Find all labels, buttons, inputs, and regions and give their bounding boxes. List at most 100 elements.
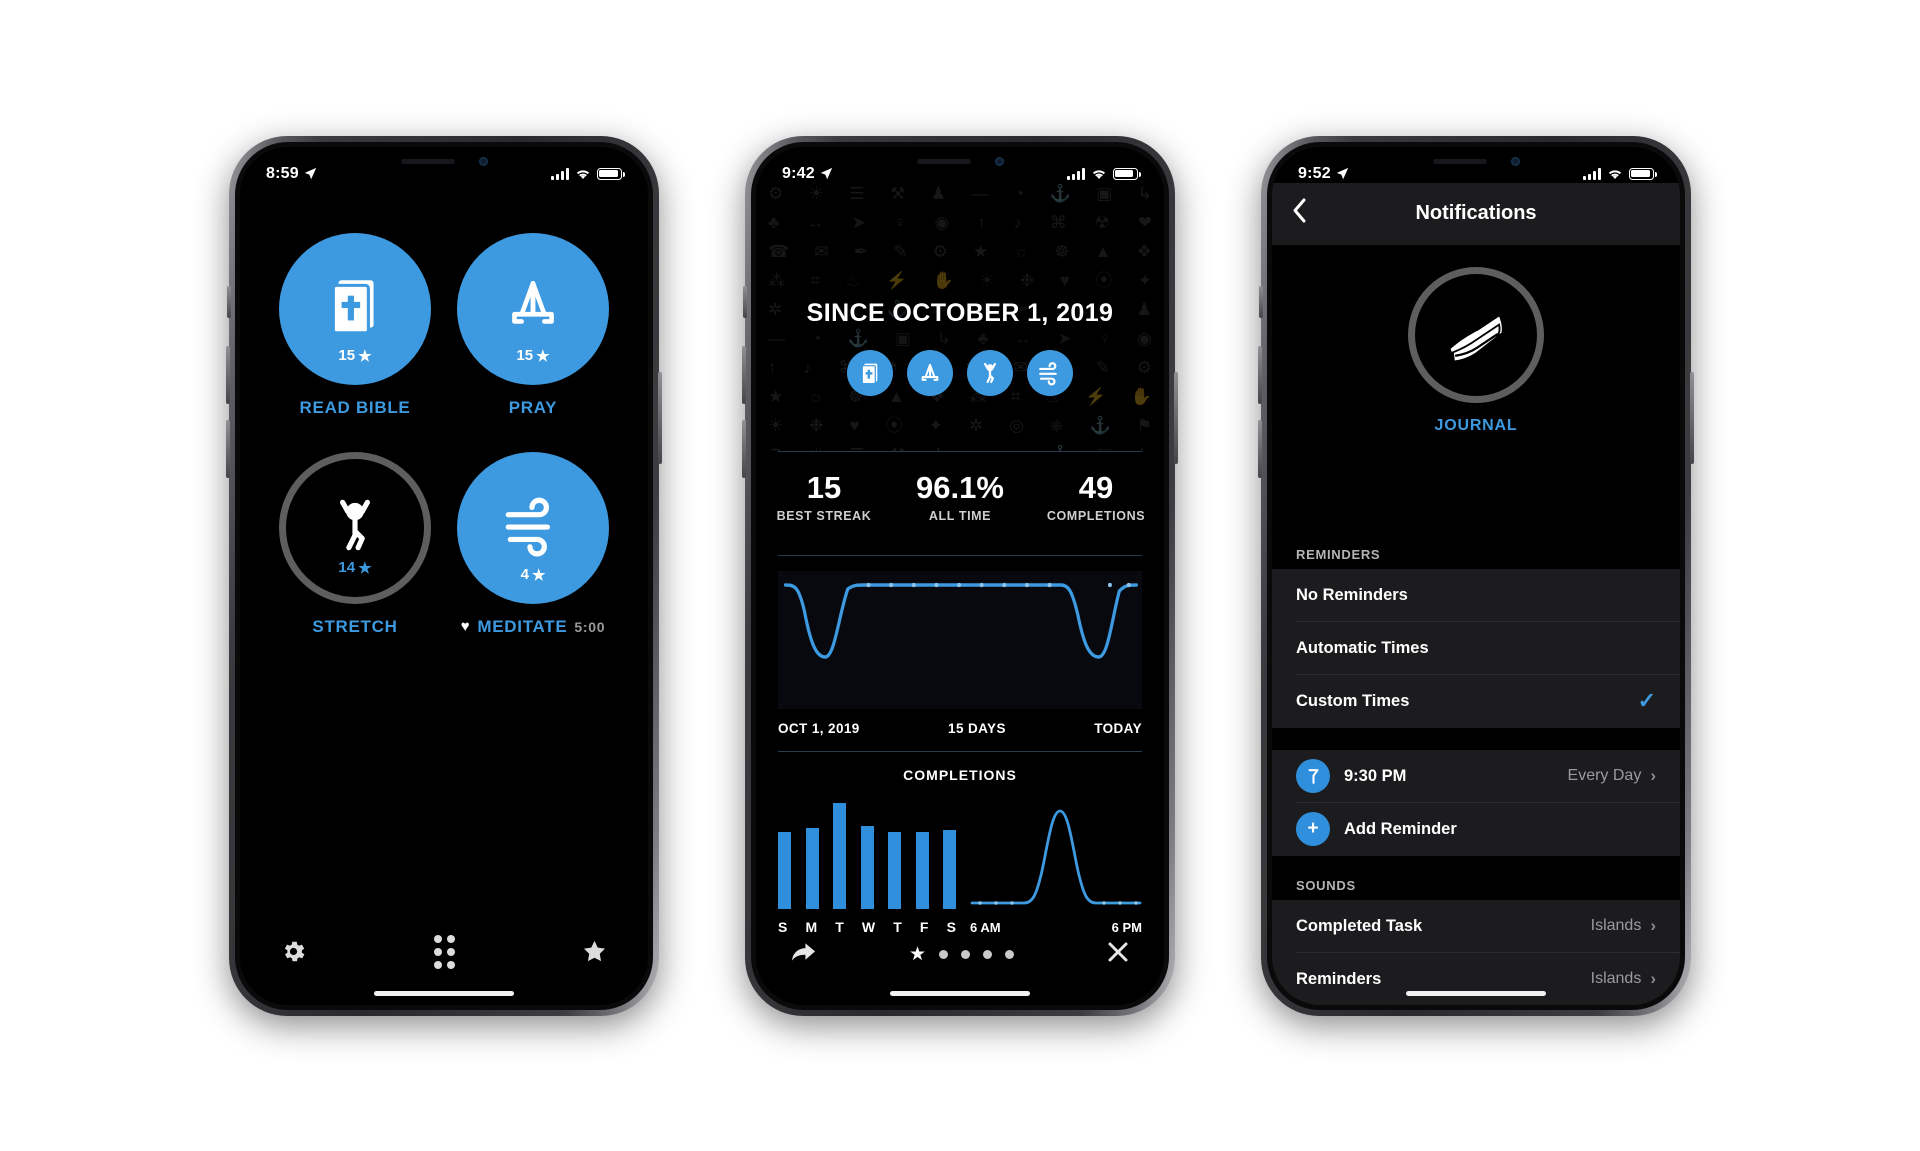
volume-down-button[interactable] <box>742 419 746 478</box>
home-indicator[interactable] <box>374 990 514 996</box>
pattern-glyph: ♟ <box>931 444 946 451</box>
power-button[interactable] <box>1174 371 1178 464</box>
silent-switch[interactable] <box>1259 285 1263 318</box>
day-label: S <box>946 918 956 935</box>
phone-stats: 9:42 ⚙ ☀ ☰ ⚒ ♟ — ◔ ⚓ ▣ ↳ ♣ ↔ ➤ ♀ ◉ ↑ ♪ ⌘ ☢ ❤ ☎ ✉ ✒ ✎ ⚙ ★ ☼ ☸ ▲ ❖ ⁂ ⌗ ♨ ⚡ ✋… <box>742 135 1178 1016</box>
reminder-mode-no-reminders[interactable]: No Reminders <box>1272 569 1680 622</box>
star-icon[interactable]: ★ <box>909 945 926 964</box>
habit-label: ♥ MEDITATE 5:00 <box>461 617 605 637</box>
phone-notifications: 9:52 Notifications JOURNAL REMINDERS No … <box>1258 135 1694 1016</box>
habit-circle[interactable]: 4 ★ <box>457 451 609 604</box>
page-dot[interactable] <box>939 949 949 959</box>
divider-stats <box>778 554 1142 556</box>
volume-down-button[interactable] <box>226 419 230 478</box>
wind-icon <box>500 492 566 558</box>
pattern-glyph: ♪ <box>1013 212 1022 232</box>
front-camera-icon <box>478 157 488 166</box>
reminder-mode-custom-times[interactable]: Custom Times ✓ <box>1272 675 1680 728</box>
home-indicator[interactable] <box>1406 990 1546 996</box>
status-time-group: 9:52 <box>1298 165 1349 183</box>
pattern-glyph: ♣ <box>977 328 989 348</box>
completions-section-title: COMPLETIONS <box>903 766 1017 783</box>
habit-stretch[interactable]: 14 ★ STRETCH <box>266 451 444 637</box>
add-reminder-button[interactable]: + Add Reminder <box>1272 803 1680 856</box>
home-indicator[interactable] <box>890 990 1030 996</box>
weekday-labels: S M T W T F S <box>778 919 956 935</box>
silent-switch[interactable] <box>227 285 231 318</box>
praying-hands-icon[interactable] <box>907 349 953 396</box>
volume-up-button[interactable] <box>226 345 230 404</box>
status-indicators <box>1067 167 1141 180</box>
habit-circle[interactable]: 15 ★ <box>457 232 609 385</box>
page-dot[interactable] <box>961 949 971 959</box>
notch <box>360 146 528 177</box>
stats-screen: ⚙ ☀ ☰ ⚒ ♟ — ◔ ⚓ ▣ ↳ ♣ ↔ ➤ ♀ ◉ ↑ ♪ ⌘ ☢ ❤ ☎ ✉ ✒ ✎ ⚙ ★ ☼ ☸ ▲ ❖ ⁂ ⌗ ♨ ⚡ ✋ ☀ ❉ ♥ ⦿ ✦… <box>756 146 1164 1005</box>
settings-gear-icon[interactable] <box>280 938 307 965</box>
day-label: T <box>893 918 902 935</box>
page-dot[interactable] <box>1005 949 1015 959</box>
pattern-row: ☎ ✉ ✒ ✎ ⚙ ★ ☼ ☸ ▲ ❖ <box>756 241 1164 263</box>
page-dot[interactable] <box>983 949 993 959</box>
row-value: Islands <box>1590 917 1642 934</box>
pattern-glyph: ⚡ <box>886 270 908 290</box>
stretch-person-icon[interactable] <box>967 349 1013 396</box>
grid-dots-icon[interactable] <box>433 934 455 969</box>
bar-thu <box>888 832 901 909</box>
wind-icon[interactable] <box>1027 349 1073 396</box>
habit-circle[interactable]: 15 ★ <box>279 232 431 385</box>
reminder-items-group: 9:30 PM Every Day › + Add Reminder <box>1272 749 1680 856</box>
journal-book-icon[interactable] <box>1408 266 1544 403</box>
bar-tue <box>833 802 846 909</box>
pattern-glyph: ✦ <box>1137 270 1152 290</box>
pattern-glyph: ◔ <box>811 328 822 348</box>
habit-read-bible[interactable]: 15 ★ READ BIBLE <box>266 232 444 418</box>
volume-down-button[interactable] <box>1258 419 1262 478</box>
power-button[interactable] <box>1690 371 1694 464</box>
habit-pray[interactable]: 15 ★ PRAY <box>444 232 622 418</box>
pattern-glyph: ⁂ <box>768 270 785 290</box>
close-x-icon[interactable] <box>1106 940 1130 969</box>
bible-book-icon[interactable] <box>847 349 893 396</box>
pattern-row: ♣ ↔ ➤ ♀ ◉ ↑ ♪ ⌘ ☢ ❤ <box>756 212 1164 234</box>
stats-bottom-bar: ★ <box>756 940 1164 969</box>
sound-completed-task[interactable]: Completed Task Islands › <box>1272 900 1680 953</box>
bar-wed <box>860 825 874 909</box>
habits-screen: 15 ★ READ BIBLE 15 ★ PRAY 14 ★ STRETCH 4… <box>240 146 648 1005</box>
pattern-glyph: ♀ <box>1098 328 1111 348</box>
axis-label-end: TODAY <box>1094 720 1142 736</box>
time-of-day-line-chart <box>970 803 1142 909</box>
reminder-item-time[interactable]: 9:30 PM Every Day › <box>1272 750 1680 803</box>
pattern-glyph: ☎ <box>768 241 790 261</box>
habit-circle[interactable]: 14 ★ <box>279 451 431 604</box>
pattern-glyph: ⦿ <box>885 415 903 435</box>
pattern-glyph: ▲ <box>1094 241 1112 261</box>
reminder-mode-automatic-times[interactable]: Automatic Times <box>1272 622 1680 675</box>
power-button[interactable] <box>658 371 662 464</box>
axis-label-center: 15 DAYS <box>948 720 1006 736</box>
pattern-glyph: ↑ <box>977 212 986 232</box>
page-title: Notifications <box>1415 202 1537 224</box>
pattern-glyph: ✦ <box>928 415 943 435</box>
sound-reminders[interactable]: Reminders Islands › <box>1272 953 1680 1005</box>
habit-meditate[interactable]: 4 ★ ♥ MEDITATE 5:00 <box>444 451 622 637</box>
star-icon[interactable] <box>581 938 608 965</box>
journal-header: JOURNAL <box>1272 266 1680 435</box>
earpiece-speaker <box>400 159 455 164</box>
stat-value: 49 <box>1078 469 1114 505</box>
pattern-glyph: ♥ <box>1059 270 1070 290</box>
pattern-glyph: ✎ <box>893 241 908 261</box>
status-time: 8:59 <box>266 164 299 182</box>
location-arrow-icon <box>304 167 317 180</box>
habit-label-text: MEDITATE <box>477 616 568 636</box>
habits-grid: 15 ★ READ BIBLE 15 ★ PRAY 14 ★ STRETCH 4… <box>240 232 648 637</box>
row-label: Custom Times <box>1296 691 1410 710</box>
weekday-bar-chart <box>778 802 956 909</box>
volume-up-button[interactable] <box>742 345 746 404</box>
silent-switch[interactable] <box>743 285 747 318</box>
stat-label: BEST STREAK <box>776 509 872 524</box>
pattern-glyph: ⚙ <box>768 444 783 451</box>
cellular-bars-icon <box>1067 167 1085 180</box>
pattern-glyph: ❤ <box>1137 212 1152 232</box>
volume-up-button[interactable] <box>1258 345 1262 404</box>
share-arrow-icon[interactable] <box>790 940 817 969</box>
